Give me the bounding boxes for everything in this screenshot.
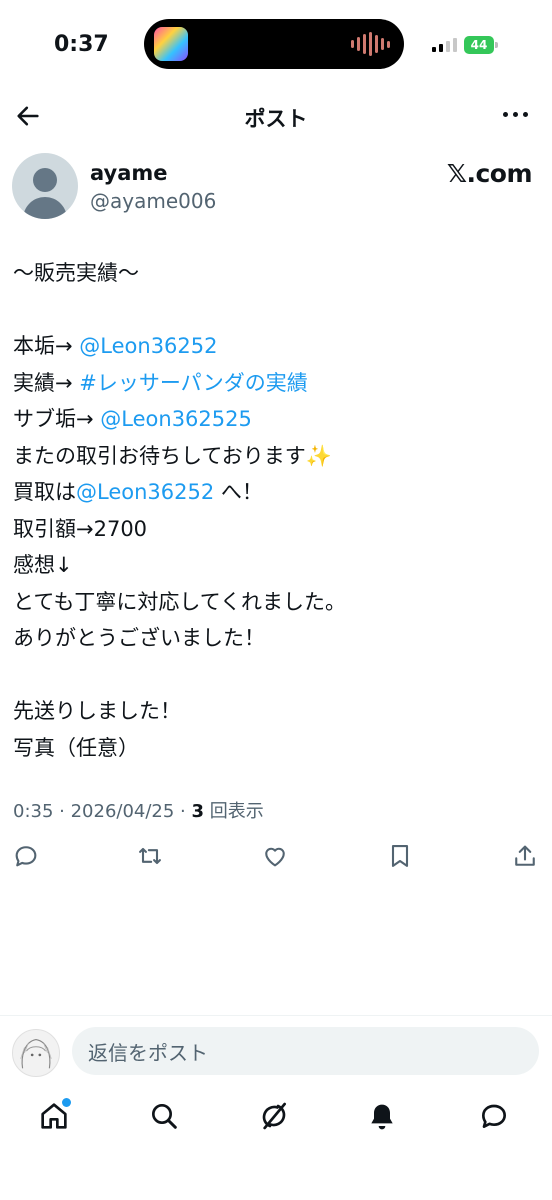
top-navigation: ポスト [0,90,552,142]
now-playing-artwork [154,27,188,61]
post-text-segment: 写真（任意） [13,735,139,760]
post-author: ayame @ayame006 𝕏.com [12,153,533,223]
grok-icon [262,1102,286,1130]
bell-icon [371,1104,393,1130]
post-line: ありがとうございました！ [13,620,539,657]
more-dot-icon [503,112,508,117]
tab-messages[interactable] [478,1100,514,1136]
author-handle[interactable]: @ayame006 [90,189,216,213]
reply-input[interactable]: 返信をポスト [72,1027,539,1075]
more-options-button[interactable] [503,112,528,117]
author-display-name[interactable]: ayame [90,161,168,185]
bookmark-icon [391,845,409,867]
post-text-segment: サブ垢→ [13,407,101,431]
post-timestamp[interactable]: 0:35 · 2026/04/25 · [13,801,192,822]
author-avatar[interactable] [12,153,78,219]
battery-indicator: 44 [464,36,494,54]
reply-button[interactable] [12,842,42,872]
reply-composer: 返信をポスト [0,1015,552,1088]
repost-icon [139,847,161,865]
share-icon [515,845,535,866]
bookmark-button[interactable] [386,842,416,872]
mention-link[interactable]: @Leon36252 [79,334,217,358]
tab-grok[interactable] [258,1100,294,1136]
post-line: 買取は@Leon36252 へ！ [13,474,539,511]
tab-search[interactable] [148,1100,184,1136]
status-bar: 0:37 44 [0,0,552,90]
mention-link[interactable]: @Leon362525 [100,407,252,431]
page-title: ポスト [244,107,308,131]
post-text-segment: へ！ [214,480,263,504]
messages-icon [482,1104,506,1128]
post-actions [0,842,552,878]
post-text-segment: 実績→ [13,370,80,395]
audio-waveform-icon [351,32,390,56]
my-avatar[interactable] [12,1029,60,1077]
view-count: 3 [191,801,205,822]
post-line: 先送りしました！ [13,693,539,730]
home-new-badge [62,1098,71,1107]
post-line: とても丁寧に対応してくれました。 [13,584,539,621]
default-avatar-head [33,168,57,192]
like-button[interactable] [261,842,291,872]
sketch-avatar-image [20,1039,52,1069]
dynamic-island[interactable] [144,19,404,69]
post-text-segment: またの取引お待ちしております [13,443,306,468]
post-line: 本垢→ @Leon36252 [13,328,539,365]
post-text-segment: 買取は [13,480,76,504]
post-meta: 0:35 · 2026/04/25 · 3 回表示 [13,797,264,823]
post-line: 実績→ #レッサーパンダの実績 [13,365,539,402]
tab-home[interactable] [38,1098,74,1136]
battery-tip [495,42,498,48]
sparkles-emoji: ✨ [305,443,332,468]
more-dot-icon [513,112,518,117]
like-icon [265,847,285,867]
post-text-segment: とても丁寧に対応してくれました。 [13,589,347,614]
x-com-brand: 𝕏.com [446,159,533,188]
post-text: 〜販売実績〜 本垢→ @Leon36252 実績→ #レッサーパンダの実績 サブ垢→ … [13,255,539,766]
status-time: 0:37 [54,32,109,57]
post-text-segment: 感想↓ [13,553,73,577]
cellular-signal-icon [432,38,457,52]
post-text-segment: 取引額→2700 [13,516,148,541]
post-text-segment: 先送りしました！ [13,699,181,723]
post-text-segment: 〜販売実績〜 [13,261,139,285]
search-icon [152,1104,177,1129]
post-line: 〜販売実績〜 [13,255,539,292]
share-button[interactable] [511,842,541,872]
post-line: 取引額→2700 [13,511,539,548]
repost-button[interactable] [136,842,166,872]
post-line: サブ垢→ @Leon362525 [13,401,539,438]
default-avatar-body [23,197,67,219]
reply-icon [15,846,37,867]
post-line: 感想↓ [13,547,539,584]
hashtag-link[interactable]: #レッサーパンダの実績 [79,371,307,395]
post-text-segment: ありがとうございました！ [13,626,265,650]
tab-notifications[interactable] [366,1100,402,1136]
mention-link[interactable]: @Leon36252 [76,480,214,504]
view-count-label: 回表示 [204,801,264,822]
post-text-segment: 本垢→ [13,334,80,358]
more-dot-icon [523,112,528,117]
bottom-tab-bar [0,1090,552,1150]
post-line: またの取引お待ちしております✨ [13,438,539,475]
post-line: 写真（任意） [13,730,539,767]
